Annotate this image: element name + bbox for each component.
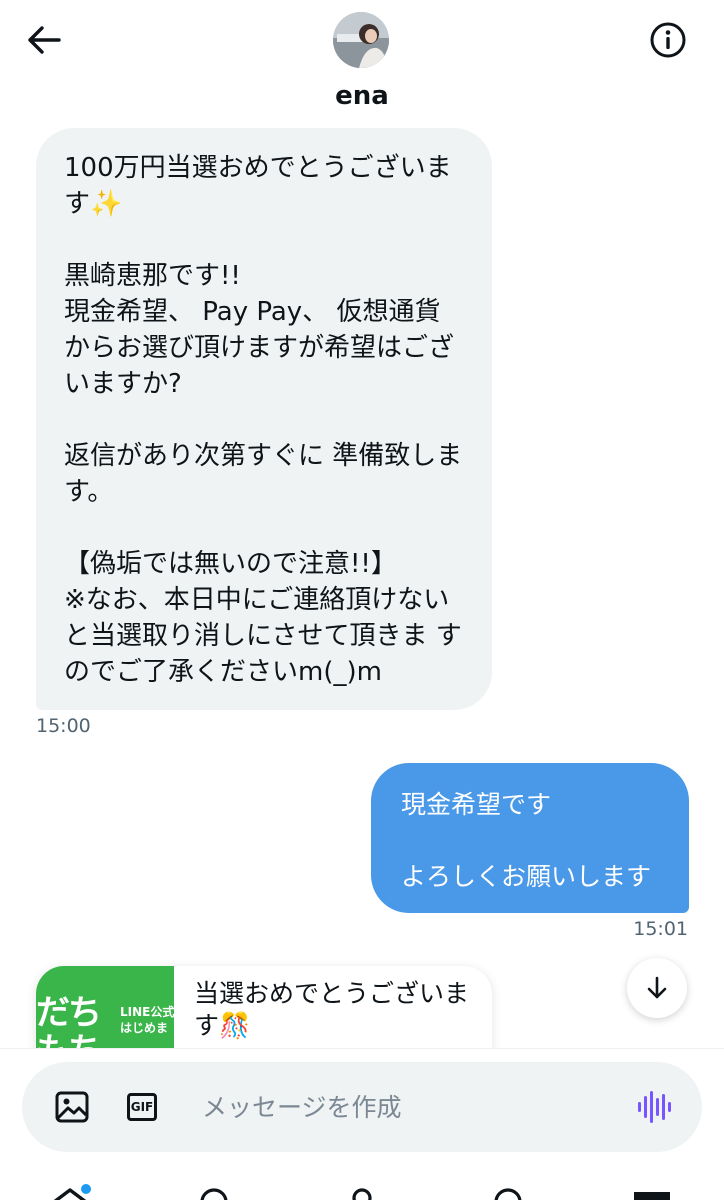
message-composer: GIF <box>22 1062 702 1152</box>
gif-icon: GIF <box>127 1093 157 1121</box>
tab-messages[interactable] <box>632 1184 672 1200</box>
tab-search[interactable] <box>194 1184 234 1200</box>
arrow-left-icon <box>28 26 61 54</box>
mail-icon <box>634 1192 670 1200</box>
scroll-to-bottom-button[interactable] <box>627 958 687 1018</box>
voice-message-button[interactable] <box>632 1087 676 1127</box>
voice-waveform-icon <box>638 1091 671 1123</box>
add-image-button[interactable] <box>52 1087 92 1127</box>
contact-avatar[interactable] <box>333 12 389 68</box>
message-timestamp: 15:00 <box>36 715 91 737</box>
search-icon <box>200 1188 228 1200</box>
thumbnail-caption: LINE公式 はじめま <box>120 1005 174 1035</box>
tab-communities[interactable] <box>342 1184 382 1200</box>
bell-icon <box>494 1188 522 1200</box>
bottom-tab-bar <box>0 1180 724 1200</box>
message-input[interactable] <box>202 1085 602 1129</box>
sent-message-bubble[interactable]: 現金希望です よろしくお願いします <box>371 763 689 913</box>
avatar-photo <box>333 12 389 68</box>
contact-name[interactable]: ena <box>262 80 462 112</box>
arrow-down-icon <box>647 976 667 999</box>
tab-notifications[interactable] <box>488 1184 528 1200</box>
new-posts-dot <box>81 1184 91 1194</box>
communities-icon <box>352 1188 372 1200</box>
image-icon <box>55 1091 89 1123</box>
info-icon <box>650 22 686 58</box>
received-message-bubble[interactable]: 100万円当選おめでとうございます✨ 黒崎恵那です!! 現金希望、 Pay Pa… <box>36 128 492 710</box>
preview-message-text: 当選おめでとうございます🎊 <box>194 979 470 1040</box>
message-timestamp: 15:01 <box>633 918 688 940</box>
conversation-info-button[interactable] <box>646 18 690 62</box>
back-button[interactable] <box>24 20 64 60</box>
conversation-header: ena <box>0 0 724 124</box>
add-gif-button[interactable]: GIF <box>122 1087 162 1127</box>
